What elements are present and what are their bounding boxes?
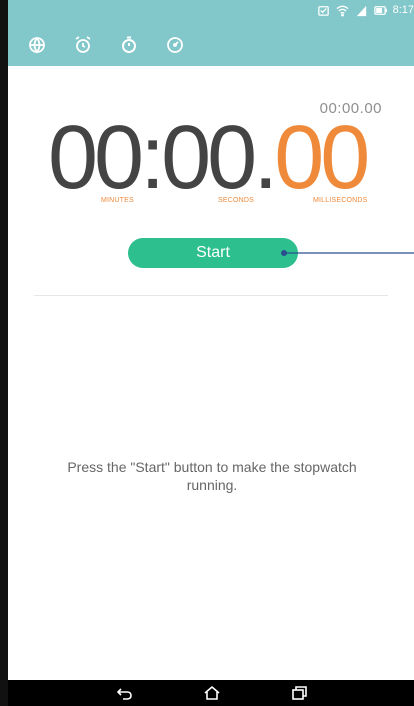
alarm-clock-icon bbox=[73, 35, 93, 55]
minutes-value: 00 bbox=[48, 108, 144, 208]
stopwatch-panel: 00:00.00 00 : 00 . 00 MINUTES SECONDS MI… bbox=[8, 66, 414, 680]
time-colon: : bbox=[140, 108, 165, 208]
milliseconds-value: 00 bbox=[274, 108, 370, 208]
home-button[interactable] bbox=[203, 685, 221, 701]
signal-icon bbox=[355, 4, 368, 17]
screen: 8:17 00:00.00 00: 00 . 00 MINUTES SECON… bbox=[8, 0, 414, 706]
instruction-text: Press the "Start" button to make the sto… bbox=[67, 459, 357, 493]
alarm-status-icon bbox=[317, 4, 330, 17]
tab-stopwatch[interactable] bbox=[106, 32, 152, 58]
recent-apps-button[interactable] bbox=[290, 685, 308, 701]
tab-alarm[interactable] bbox=[60, 32, 106, 58]
back-button[interactable] bbox=[116, 685, 134, 701]
status-time: 8:17 bbox=[392, 4, 414, 16]
start-button[interactable]: Start bbox=[128, 238, 298, 268]
timer-icon bbox=[165, 35, 185, 55]
tab-timer[interactable] bbox=[152, 32, 198, 58]
home-icon bbox=[203, 685, 221, 701]
divider bbox=[34, 295, 388, 296]
seconds-label: SECONDS bbox=[218, 197, 255, 204]
callout-line bbox=[281, 250, 414, 256]
navigation-bar bbox=[8, 680, 414, 706]
stopwatch-display: 00 : 00 . 00 bbox=[48, 108, 370, 208]
recent-apps-icon bbox=[290, 685, 308, 701]
app-header: 8:17 bbox=[8, 0, 414, 66]
milliseconds-label: MILLISECONDS bbox=[313, 197, 368, 204]
status-bar: 8:17 bbox=[317, 2, 414, 18]
back-icon bbox=[116, 685, 134, 701]
globe-icon bbox=[27, 35, 47, 55]
minutes-label: MINUTES bbox=[101, 197, 134, 204]
device-bezel bbox=[0, 0, 8, 706]
time-dot: . bbox=[253, 108, 278, 208]
tab-bar bbox=[14, 32, 198, 58]
battery-icon bbox=[373, 4, 387, 17]
tab-world-clock[interactable] bbox=[14, 32, 60, 58]
seconds-value: 00 bbox=[161, 108, 257, 208]
stopwatch-icon bbox=[119, 35, 139, 55]
device-frame: 8:17 00:00.00 00: 00 . 00 MINUTES SECON… bbox=[0, 0, 414, 706]
wifi-icon bbox=[336, 4, 349, 17]
